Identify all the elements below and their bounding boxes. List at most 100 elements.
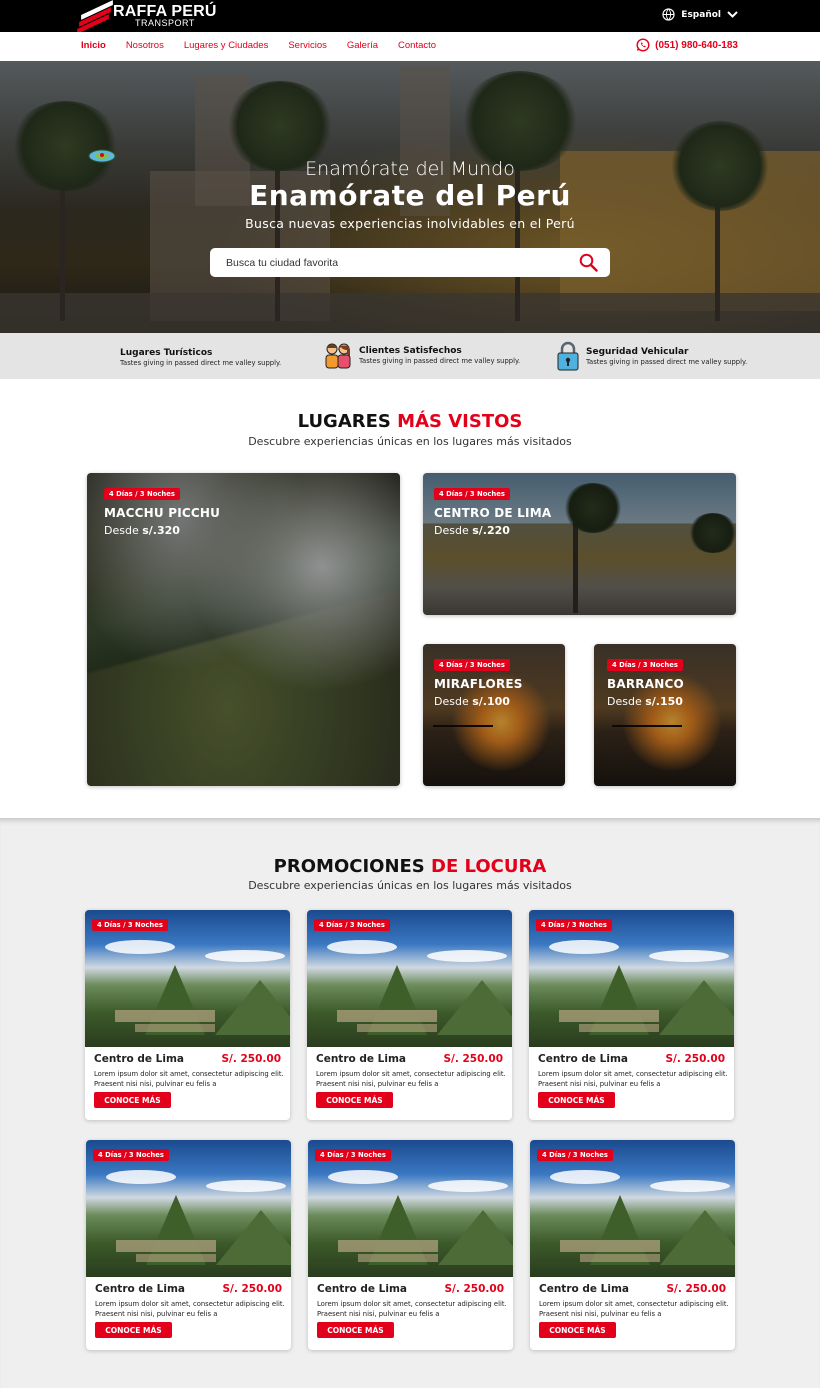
feature-lugares: Lugares Turísticos Tastes giving in pass… bbox=[120, 348, 281, 367]
globe-icon bbox=[662, 8, 675, 21]
destination-name: BARRANCO bbox=[607, 677, 684, 691]
language-label: Español bbox=[681, 9, 721, 20]
destination-price: Desde s/.100 bbox=[434, 695, 510, 708]
promo-title: Centro de Lima bbox=[95, 1283, 185, 1295]
search-bar bbox=[210, 248, 610, 277]
destination-price: Desde s/.320 bbox=[104, 524, 180, 537]
hero-title: Enamórate del Perú bbox=[249, 179, 571, 212]
conoce-mas-button[interactable]: CONOCE MÁS bbox=[317, 1322, 394, 1338]
top-bar: RAFFA PERÚ TRANSPORT Español bbox=[0, 0, 820, 34]
promo-card: 4 Días / 3 Noches Centro de Lima S/. 250… bbox=[85, 910, 290, 1120]
promo-card: 4 Días / 3 Noches Centro de Lima S/. 250… bbox=[86, 1140, 291, 1350]
feature-desc: Tastes giving in passed direct me valley… bbox=[359, 356, 521, 365]
promo-description: Lorem ipsum dolor sit amet, consectetur … bbox=[316, 1070, 506, 1088]
phone-link[interactable]: (051) 980-640-183 bbox=[636, 38, 738, 52]
conoce-mas-button[interactable]: CONOCE MÁS bbox=[538, 1092, 615, 1108]
promo-description: Lorem ipsum dolor sit amet, consectetur … bbox=[94, 1070, 284, 1088]
hero-subtitle: Busca nuevas experiencias inolvidables e… bbox=[245, 216, 575, 231]
feature-title: Lugares Turísticos bbox=[120, 348, 213, 358]
price-value: s/.220 bbox=[472, 524, 510, 537]
promo-title: Centro de Lima bbox=[316, 1053, 406, 1065]
destination-price: Desde s/.150 bbox=[607, 695, 683, 708]
duration-badge: 4 Días / 3 Noches bbox=[536, 919, 612, 931]
popular-section-title: LUGARES MÁS VISTOS bbox=[0, 411, 820, 432]
title-highlight: DE LOCURA bbox=[431, 856, 547, 877]
promo-description: Lorem ipsum dolor sit amet, consectetur … bbox=[95, 1300, 285, 1318]
promo-card: 4 Días / 3 Noches Centro de Lima S/. 250… bbox=[529, 910, 734, 1120]
destination-card-miraflores[interactable]: 4 Días / 3 Noches MIRAFLORES Desde s/.10… bbox=[423, 644, 565, 786]
promo-price: S/. 250.00 bbox=[221, 1053, 281, 1065]
destination-card-barranco[interactable]: 4 Días / 3 Noches BARRANCO Desde s/.150 bbox=[594, 644, 736, 786]
promo-price: S/. 250.00 bbox=[665, 1053, 725, 1065]
destination-card-centro-lima[interactable]: 4 Días / 3 Noches CENTRO DE LIMA Desde s… bbox=[423, 473, 736, 615]
destination-name: CENTRO DE LIMA bbox=[434, 506, 552, 520]
chevron-down-icon bbox=[727, 10, 738, 18]
search-input[interactable] bbox=[210, 256, 560, 269]
conoce-mas-button[interactable]: CONOCE MÁS bbox=[316, 1092, 393, 1108]
nav-item-servicios[interactable]: Servicios bbox=[288, 40, 327, 51]
promo-price: S/. 250.00 bbox=[443, 1053, 503, 1065]
popular-section-subtitle: Descubre experiencias únicas en los luga… bbox=[248, 435, 572, 448]
price-prefix: Desde bbox=[104, 524, 139, 537]
nav-item-inicio[interactable]: Inicio bbox=[81, 40, 106, 51]
promo-card: 4 Días / 3 Noches Centro de Lima S/. 250… bbox=[530, 1140, 735, 1350]
price-prefix: Desde bbox=[434, 695, 469, 708]
nav-item-lugares[interactable]: Lugares y Ciudades bbox=[184, 40, 269, 51]
promo-price: S/. 250.00 bbox=[444, 1283, 504, 1295]
feature-desc: Tastes giving in passed direct me valley… bbox=[586, 357, 748, 366]
whatsapp-icon bbox=[636, 38, 650, 52]
brand-subtitle: TRANSPORT bbox=[135, 18, 195, 28]
search-button[interactable] bbox=[579, 253, 598, 276]
promo-title: Centro de Lima bbox=[94, 1053, 184, 1065]
conoce-mas-button[interactable]: CONOCE MÁS bbox=[95, 1322, 172, 1338]
language-selector[interactable]: Español bbox=[662, 8, 738, 21]
duration-badge: 4 Días / 3 Noches bbox=[434, 488, 510, 500]
nav-item-galeria[interactable]: Galería bbox=[347, 40, 378, 51]
duration-badge: 4 Días / 3 Noches bbox=[93, 1149, 169, 1161]
duration-badge: 4 Días / 3 Noches bbox=[92, 919, 168, 931]
logo-mark-icon bbox=[77, 0, 113, 34]
destination-price: Desde s/.220 bbox=[434, 524, 510, 537]
hero-banner: Enamórate del Mundo Enamórate del Perú B… bbox=[0, 61, 820, 333]
duration-badge: 4 Días / 3 Noches bbox=[314, 919, 390, 931]
feature-clientes: Clientes Satisfechos Tastes giving in pa… bbox=[323, 341, 520, 369]
promo-description: Lorem ipsum dolor sit amet, consectetur … bbox=[317, 1300, 507, 1318]
promo-card: 4 Días / 3 Noches Centro de Lima S/. 250… bbox=[307, 910, 512, 1120]
duration-badge: 4 Días / 3 Noches bbox=[537, 1149, 613, 1161]
destination-name: MIRAFLORES bbox=[434, 677, 523, 691]
promo-description: Lorem ipsum dolor sit amet, consectetur … bbox=[538, 1070, 728, 1088]
hero-pre-title: Enamórate del Mundo bbox=[305, 158, 515, 180]
feature-title: Seguridad Vehicular bbox=[586, 346, 689, 357]
nav-item-nosotros[interactable]: Nosotros bbox=[126, 40, 164, 51]
duration-badge: 4 Días / 3 Noches bbox=[104, 488, 180, 500]
promo-title: Centro de Lima bbox=[539, 1283, 629, 1295]
padlock-icon bbox=[557, 341, 579, 371]
promo-card: 4 Días / 3 Noches Centro de Lima S/. 250… bbox=[308, 1140, 513, 1350]
title-plain: PROMOCIONES bbox=[273, 856, 432, 877]
phone-number: (051) 980-640-183 bbox=[655, 39, 738, 51]
duration-badge: 4 Días / 3 Noches bbox=[607, 659, 683, 671]
main-nav: Inicio Nosotros Lugares y Ciudades Servi… bbox=[0, 32, 820, 61]
people-icon bbox=[325, 343, 351, 369]
search-icon bbox=[579, 253, 598, 272]
promo-description: Lorem ipsum dolor sit amet, consectetur … bbox=[539, 1300, 729, 1318]
price-value: s/.100 bbox=[472, 695, 510, 708]
conoce-mas-button[interactable]: CONOCE MÁS bbox=[94, 1092, 171, 1108]
destination-name: MACCHU PICCHU bbox=[104, 506, 221, 520]
price-value: s/.150 bbox=[645, 695, 683, 708]
brand-logo[interactable]: RAFFA PERÚ TRANSPORT bbox=[77, 0, 217, 34]
feature-title: Clientes Satisfechos bbox=[359, 345, 462, 356]
promo-title: Centro de Lima bbox=[538, 1053, 628, 1065]
price-prefix: Desde bbox=[434, 524, 469, 537]
promos-section-title: PROMOCIONES DE LOCURA bbox=[0, 856, 820, 877]
promo-price: S/. 250.00 bbox=[666, 1283, 726, 1295]
title-highlight: MÁS VISTOS bbox=[397, 411, 523, 432]
promos-section-subtitle: Descubre experiencias únicas en los luga… bbox=[248, 879, 572, 892]
destination-card-machu-picchu[interactable]: 4 Días / 3 Noches MACCHU PICCHU Desde s/… bbox=[87, 473, 400, 786]
promo-price: S/. 250.00 bbox=[222, 1283, 282, 1295]
promo-title: Centro de Lima bbox=[317, 1283, 407, 1295]
price-prefix: Desde bbox=[607, 695, 642, 708]
duration-badge: 4 Días / 3 Noches bbox=[434, 659, 510, 671]
conoce-mas-button[interactable]: CONOCE MÁS bbox=[539, 1322, 616, 1338]
nav-item-contacto[interactable]: Contacto bbox=[398, 40, 436, 51]
